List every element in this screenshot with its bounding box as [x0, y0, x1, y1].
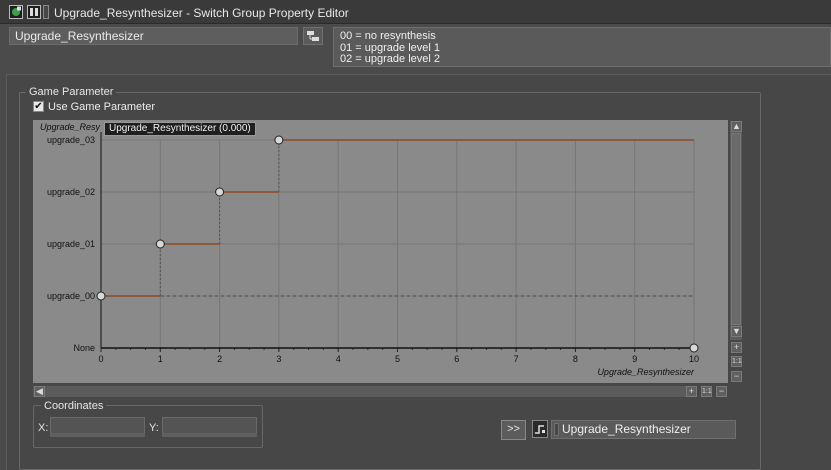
- x-tick-label: 6: [454, 354, 459, 364]
- horizontal-scrollbar[interactable]: [33, 386, 686, 397]
- vertical-zoom-in-button[interactable]: +: [731, 342, 742, 353]
- window-title: Upgrade_Resynthesizer - Switch Group Pro…: [54, 6, 349, 20]
- y-axis-title: Upgrade_Resy: [40, 122, 101, 132]
- graph-view[interactable]: 0 1 2 3 4 5 6 7 8 9 10 None upgrade_00 upgrade_01 upgr…: [33, 120, 728, 383]
- switch-group-icon: [9, 5, 23, 19]
- curve-control-point[interactable]: [215, 187, 225, 197]
- curve-control-point[interactable]: [274, 135, 284, 145]
- object-name-field[interactable]: Upgrade_Resynthesizer: [9, 27, 298, 45]
- drag-grip-icon[interactable]: [43, 5, 49, 19]
- horizontal-zoom-in-button[interactable]: +: [686, 386, 697, 397]
- notes-field[interactable]: 00 = no resynthesis 01 = upgrade level 1…: [333, 27, 831, 67]
- y-coordinate-field[interactable]: [162, 417, 257, 434]
- game-parameter-picker-button[interactable]: [532, 420, 548, 438]
- curve-control-point[interactable]: [155, 239, 165, 249]
- selected-game-parameter-label: Upgrade_Resynthesizer: [562, 422, 691, 436]
- y-category-label: None: [73, 343, 95, 353]
- coordinates-group-label: Coordinates: [41, 400, 107, 412]
- notes-line: 00 = no resynthesis: [340, 30, 436, 42]
- x-tick-label: 4: [336, 354, 341, 364]
- y-category-label: upgrade_02: [47, 187, 95, 197]
- x-tick-label: 7: [514, 354, 519, 364]
- y-coordinate-label: Y:: [149, 422, 159, 434]
- y-coordinate-slider[interactable]: [162, 433, 257, 437]
- curve-control-point[interactable]: [96, 291, 106, 301]
- curve-control-point[interactable]: [689, 343, 699, 353]
- horizontal-zoom-out-button[interactable]: −: [716, 386, 727, 397]
- x-tick-label: 3: [276, 354, 281, 364]
- x-tick-label: 0: [98, 354, 103, 364]
- vertical-scrollbar-thumb[interactable]: [731, 133, 741, 325]
- vertical-zoom-fit-button[interactable]: 1:1: [731, 356, 742, 367]
- horizontal-zoom-fit-button[interactable]: 1:1: [701, 386, 712, 397]
- x-tick-label: 8: [573, 354, 578, 364]
- x-tick-label: 10: [689, 354, 699, 364]
- x-coordinate-slider[interactable]: [50, 433, 145, 437]
- title-bar: Upgrade_Resynthesizer - Switch Group Pro…: [0, 0, 831, 24]
- x-tick-label: 9: [632, 354, 637, 364]
- y-category-label: upgrade_01: [47, 239, 95, 249]
- scroll-up-button[interactable]: ▲: [731, 121, 742, 132]
- drag-grip-icon[interactable]: [554, 423, 559, 436]
- game-parameter-group-label: Game Parameter: [26, 86, 117, 98]
- next-parameter-button[interactable]: >>: [501, 420, 526, 440]
- x-tick-label: 5: [395, 354, 400, 364]
- x-tick-label: 2: [217, 354, 222, 364]
- hierarchy-icon: [307, 31, 319, 41]
- use-game-parameter-label: Use Game Parameter: [48, 101, 155, 113]
- graph-tooltip: Upgrade_Resynthesizer (0.000): [104, 122, 256, 136]
- y-category-label: upgrade_00: [47, 291, 95, 301]
- use-game-parameter-checkbox[interactable]: ✔: [33, 101, 44, 112]
- selected-game-parameter-field[interactable]: Upgrade_Resynthesizer: [551, 420, 736, 439]
- object-properties-icon[interactable]: [27, 5, 41, 19]
- scroll-down-button[interactable]: ▼: [731, 326, 742, 337]
- scroll-left-button[interactable]: ◀: [34, 386, 45, 397]
- notes-line: 02 = upgrade level 2: [340, 53, 440, 65]
- x-coordinate-label: X:: [38, 422, 49, 434]
- hierarchy-button[interactable]: [303, 27, 323, 45]
- x-tick-label: 1: [158, 354, 163, 364]
- graph-chart[interactable]: 0 1 2 3 4 5 6 7 8 9 10 None upgrade_00 upgrade_01 upgr…: [33, 120, 728, 383]
- game-parameter-icon: [535, 425, 545, 434]
- vertical-zoom-out-button[interactable]: −: [731, 371, 742, 382]
- y-category-label: upgrade_03: [47, 135, 95, 145]
- x-axis-title: Upgrade_Resynthesizer: [597, 367, 695, 377]
- x-coordinate-field[interactable]: [50, 417, 145, 434]
